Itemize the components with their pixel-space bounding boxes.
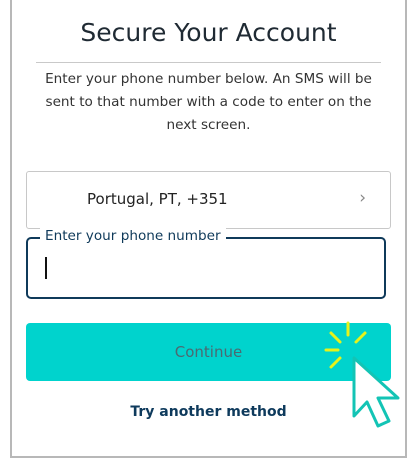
continue-button[interactable]: Continue <box>26 323 391 381</box>
try-another-method-link[interactable]: Try another method <box>12 404 405 420</box>
verification-card: Secure Your Account Enter your phone num… <box>10 0 407 458</box>
phone-number-input[interactable] <box>42 252 346 284</box>
instructions-text: Enter your phone number below. An SMS wi… <box>45 71 372 133</box>
phone-number-label: Enter your phone number <box>40 228 226 244</box>
title-divider <box>36 62 381 63</box>
country-code-selector[interactable]: Portugal, PT, +351 › <box>26 171 391 229</box>
country-code-value: Portugal, PT, +351 <box>87 190 228 208</box>
phone-number-field[interactable]: Enter your phone number <box>26 228 386 299</box>
text-caret <box>45 257 47 279</box>
page-title: Secure Your Account <box>80 18 337 47</box>
chevron-right-icon: › <box>359 188 366 208</box>
